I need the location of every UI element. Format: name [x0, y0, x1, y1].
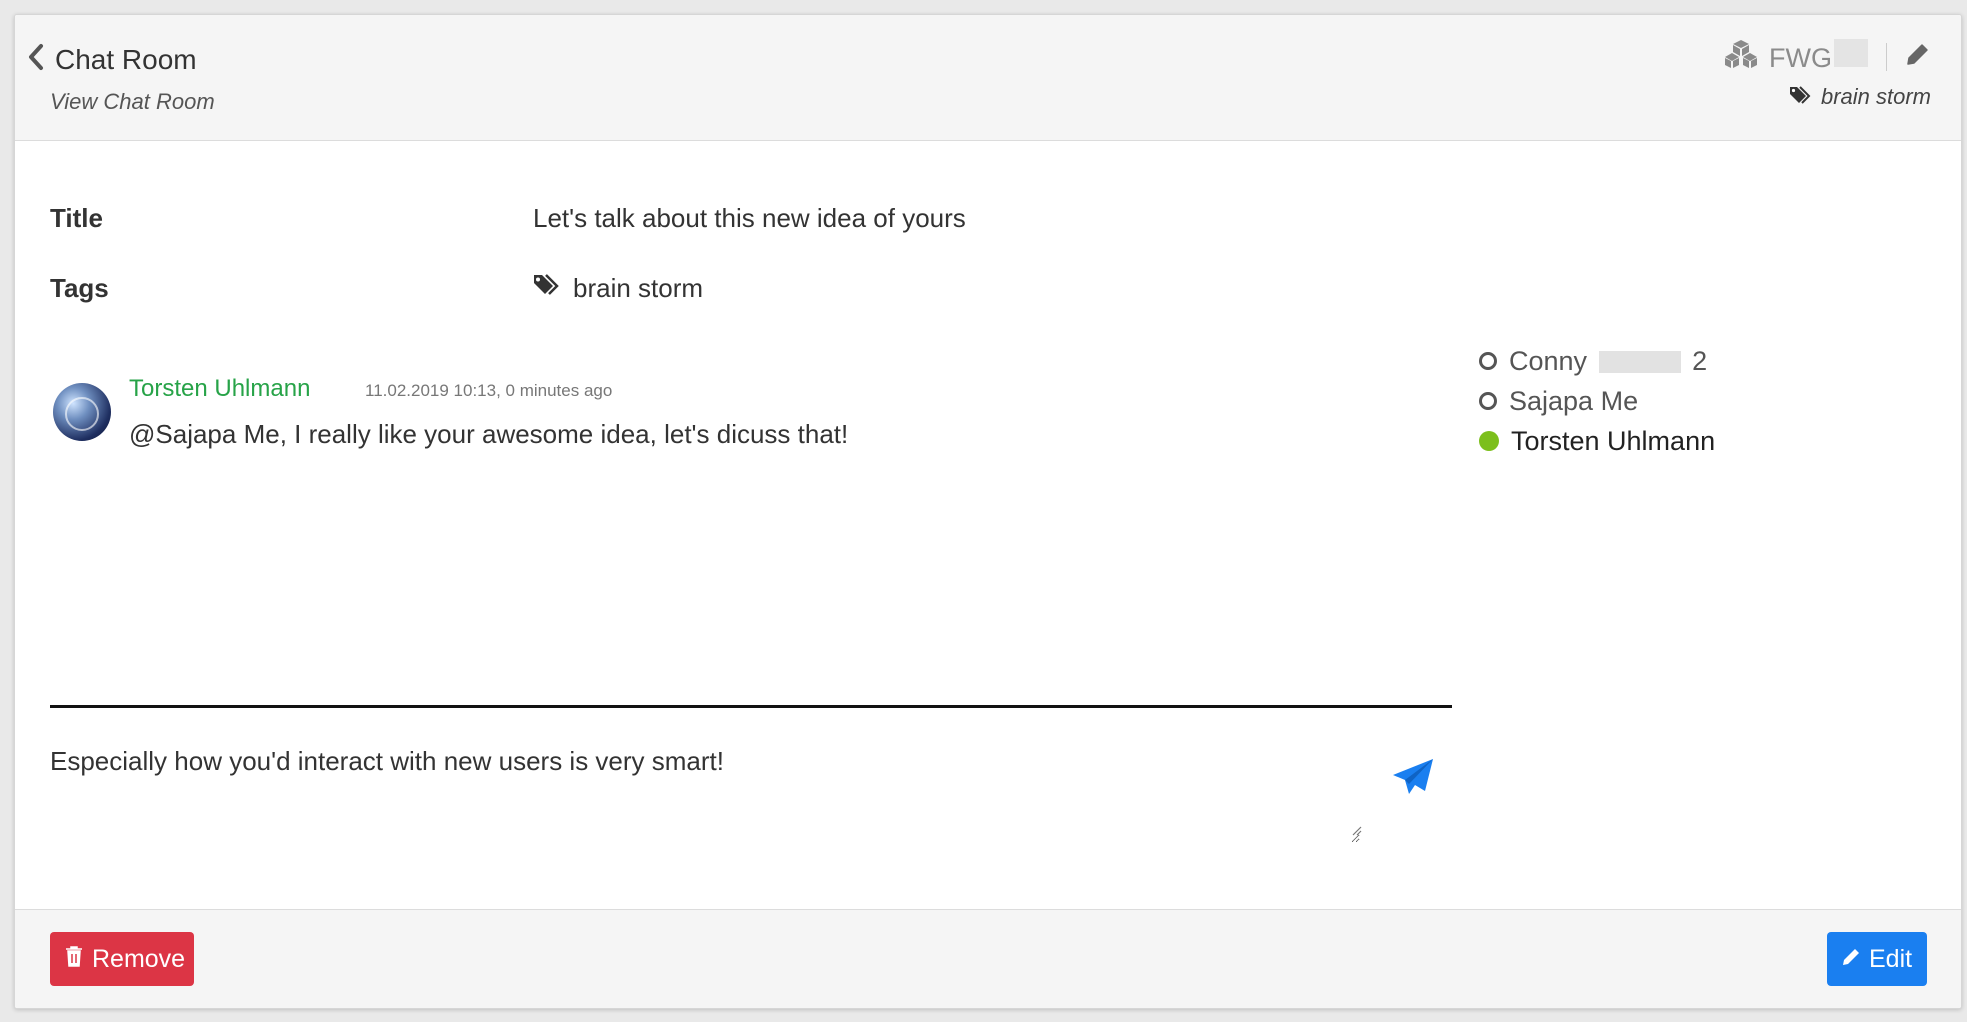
message-text: @Sajapa Me, I really like your awesome i… [129, 419, 849, 449]
trash-icon [64, 945, 84, 974]
space-info: FWG brain storm [1723, 39, 1931, 110]
tags-icon [1789, 85, 1813, 110]
status-offline-icon [1479, 352, 1497, 370]
paper-plane-icon [1393, 759, 1433, 794]
participant-name: Torsten Uhlmann [1511, 425, 1716, 456]
page-title: Chat Room [55, 43, 197, 75]
participant-list: Conny 2 Sajapa Me Torsten Uhlmann [1479, 341, 1715, 461]
space-name[interactable]: FWG [1769, 39, 1868, 74]
remove-label: Remove [92, 944, 186, 973]
back-link[interactable]: Chat Room [25, 43, 197, 76]
participant-conny[interactable]: Conny 2 [1479, 341, 1715, 381]
tags-label: Tags [50, 273, 109, 303]
participant-name: Conny 2 [1509, 345, 1708, 376]
message-timestamp: 11.02.2019 10:13, 0 minutes ago [365, 381, 613, 400]
divider [1886, 42, 1887, 71]
page-subtitle: View Chat Room [50, 89, 215, 114]
send-button[interactable] [1389, 753, 1437, 801]
pencil-icon [1841, 945, 1861, 974]
status-offline-icon [1479, 392, 1497, 410]
edit-label: Edit [1869, 944, 1913, 973]
pencil-icon[interactable] [1905, 41, 1931, 72]
message-input[interactable] [50, 743, 1360, 843]
chevron-left-icon [25, 43, 47, 76]
tag-link[interactable]: brain storm [573, 273, 703, 304]
title-text: Let's talk about this new idea of yours [533, 203, 966, 233]
resize-grip-icon[interactable] [1350, 823, 1362, 836]
tags-icon [533, 273, 563, 304]
chat-message: Torsten Uhlmann 11.02.2019 10:13, 0 minu… [53, 373, 1403, 513]
card-footer: Remove Edit [15, 909, 1961, 1008]
message-author[interactable]: Torsten Uhlmann [129, 375, 310, 403]
title-label: Title [50, 203, 103, 233]
edit-button[interactable]: Edit [1827, 932, 1927, 986]
card-header: Chat Room View Chat Room FWG brain storm [15, 15, 1961, 141]
title-value: Let's talk about this new idea of yours [533, 203, 966, 234]
status-online-icon [1479, 431, 1499, 451]
redacted-text [1834, 39, 1868, 67]
avatar[interactable] [53, 383, 111, 441]
cubes-icon [1723, 39, 1759, 74]
participant-name: Sajapa Me [1509, 385, 1639, 416]
participant-sajapa[interactable]: Sajapa Me [1479, 381, 1715, 421]
redacted-text [1598, 351, 1681, 374]
tags-value: brain storm [533, 273, 703, 304]
header-tag[interactable]: brain storm [1821, 84, 1931, 110]
compose-divider [50, 705, 1452, 708]
chat-room-card: Chat Room View Chat Room FWG brain storm… [14, 14, 1962, 1009]
participant-torsten[interactable]: Torsten Uhlmann [1479, 421, 1715, 461]
remove-button[interactable]: Remove [50, 932, 194, 986]
